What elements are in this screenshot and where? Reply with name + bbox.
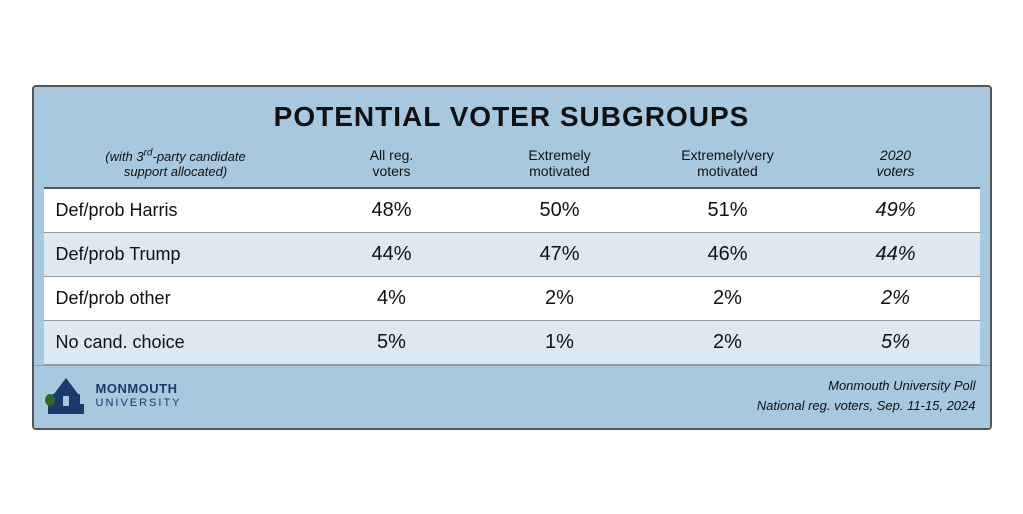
card: POTENTIAL VOTER SUBGROUPS (with 3rd-part…: [32, 85, 992, 430]
row-data-cell: 2%: [644, 320, 812, 364]
row-data-cell: 2%: [812, 276, 980, 320]
col-header-label: (with 3rd-party candidatesupport allocat…: [44, 139, 308, 188]
row-data-cell: 49%: [812, 188, 980, 233]
row-data-cell: 2%: [644, 276, 812, 320]
logo-subname: UNIVERSITY: [96, 397, 182, 410]
col-header-allreg: All reg.voters: [308, 139, 476, 188]
row-data-cell: 46%: [644, 232, 812, 276]
card-title: POTENTIAL VOTER SUBGROUPS: [44, 101, 980, 133]
citation-line1: Monmouth University Poll: [757, 376, 976, 396]
row-label: Def/prob other: [44, 276, 308, 320]
footer-logo: MONMOUTH UNIVERSITY: [44, 374, 182, 418]
row-label: No cand. choice: [44, 320, 308, 364]
row-data-cell: 48%: [308, 188, 476, 233]
row-data-cell: 2%: [476, 276, 644, 320]
monmouth-logo-icon: [44, 374, 88, 418]
citation-line2: National reg. voters, Sep. 11-15, 2024: [757, 396, 976, 416]
footer: MONMOUTH UNIVERSITY Monmouth University …: [34, 365, 990, 428]
row-data-cell: 1%: [476, 320, 644, 364]
row-data-cell: 4%: [308, 276, 476, 320]
logo-name: MONMOUTH: [96, 381, 182, 397]
col-header-2020: 2020voters: [812, 139, 980, 188]
row-label: Def/prob Trump: [44, 232, 308, 276]
row-data-cell: 51%: [644, 188, 812, 233]
monmouth-logo-text: MONMOUTH UNIVERSITY: [96, 381, 182, 410]
col-header-extremely-very: Extremely/verymotivated: [644, 139, 812, 188]
row-data-cell: 44%: [812, 232, 980, 276]
data-table: (with 3rd-party candidatesupport allocat…: [44, 139, 980, 365]
row-data-cell: 44%: [308, 232, 476, 276]
row-data-cell: 5%: [308, 320, 476, 364]
footer-citation: Monmouth University Poll National reg. v…: [757, 376, 976, 415]
row-data-cell: 5%: [812, 320, 980, 364]
table-row: Def/prob other4%2%2%2%: [44, 276, 980, 320]
table-wrapper: (with 3rd-party candidatesupport allocat…: [34, 139, 990, 365]
table-row: Def/prob Harris48%50%51%49%: [44, 188, 980, 233]
row-data-cell: 47%: [476, 232, 644, 276]
col-header-extremely: Extremelymotivated: [476, 139, 644, 188]
row-label: Def/prob Harris: [44, 188, 308, 233]
table-row: Def/prob Trump44%47%46%44%: [44, 232, 980, 276]
card-header: POTENTIAL VOTER SUBGROUPS: [34, 87, 990, 139]
table-row: No cand. choice5%1%2%5%: [44, 320, 980, 364]
col-header-subtitle: (with 3rd-party candidatesupport allocat…: [105, 149, 245, 179]
row-data-cell: 50%: [476, 188, 644, 233]
